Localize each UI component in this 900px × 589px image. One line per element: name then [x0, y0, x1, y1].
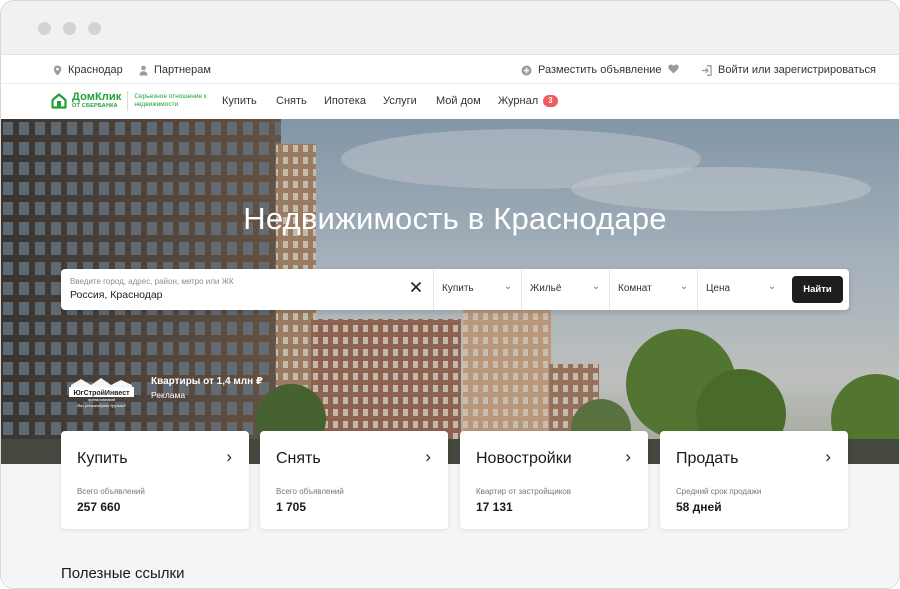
partners-label: Партнерам — [154, 64, 211, 76]
property-type-select[interactable]: Жильё ⌄ — [521, 269, 609, 310]
card-label: Квартир от застройщиков — [476, 487, 571, 496]
card-title: Продать — [676, 450, 739, 467]
plus-circle-icon — [521, 65, 532, 75]
search-hint: Введите город, адрес, район, метро или Ж… — [70, 277, 234, 286]
city-label: Краснодар — [68, 64, 123, 76]
logo-divider — [127, 91, 129, 111]
card-new-buildings[interactable]: Новостройки › Квартир от застройщиков 17… — [460, 431, 648, 529]
main-navigation: ДомКлик ОТ СБЕРБАНКА Серьезное отношение… — [1, 84, 899, 119]
search-button[interactable]: Найти — [792, 276, 843, 303]
logo-slogan: Серьезное отношение к недвижимости — [134, 93, 207, 108]
top-utility-bar: Краснодар Партнерам Разместить объявлени… — [1, 56, 899, 84]
chevron-down-icon: ⌄ — [767, 281, 776, 292]
property-type-value: Жильё — [530, 283, 562, 294]
chevron-right-icon: › — [625, 447, 631, 466]
useful-links-heading: Полезные ссылки — [61, 565, 185, 582]
chevron-down-icon: ⌄ — [591, 281, 600, 292]
price-value: Цена — [706, 283, 731, 294]
svg-text:ЮгСтройИнвест: ЮгСтройИнвест — [73, 389, 130, 397]
close-icon[interactable] — [410, 280, 422, 298]
nav-item-buy[interactable]: Купить — [222, 95, 257, 107]
svg-text:группа компаний: группа компаний — [88, 398, 115, 402]
partners-link[interactable]: Партнерам — [139, 64, 211, 76]
login-link[interactable]: Войти или зарегистрироваться — [701, 64, 876, 76]
hero-title: Недвижимость в Краснодаре — [243, 201, 667, 236]
person-icon — [139, 65, 148, 75]
heart-icon — [668, 64, 679, 74]
chevron-right-icon: › — [825, 447, 831, 466]
search-bar: Введите город, адрес, район, метро или Ж… — [61, 269, 849, 310]
chevron-right-icon: › — [425, 447, 431, 466]
deal-type-select[interactable]: Купить ⌄ — [433, 269, 521, 310]
nav-item-journal[interactable]: Журнал 3 — [498, 95, 558, 107]
card-title: Снять — [276, 450, 321, 467]
window-dot-minimize[interactable] — [63, 22, 76, 35]
post-ad-link[interactable]: Разместить объявление — [521, 64, 662, 76]
card-label: Всего объявлений — [77, 487, 145, 496]
nav-item-journal-label: Журнал — [498, 95, 539, 107]
card-title: Новостройки — [476, 450, 572, 467]
browser-chrome — [1, 1, 899, 55]
login-icon — [701, 64, 712, 76]
favorites-button[interactable] — [668, 64, 679, 74]
card-title: Купить — [77, 450, 128, 467]
nav-item-services[interactable]: Услуги — [383, 95, 417, 107]
journal-count-badge: 3 — [543, 95, 558, 107]
card-value: 257 660 — [77, 500, 121, 514]
house-logo-icon — [51, 93, 67, 109]
card-value: 1 705 — [276, 500, 307, 514]
nav-item-rent[interactable]: Снять — [276, 95, 307, 107]
rooms-select[interactable]: Комнат ⌄ — [609, 269, 697, 310]
chevron-down-icon: ⌄ — [503, 281, 512, 292]
search-input[interactable] — [70, 289, 400, 301]
card-label: Средний срок продажи — [676, 487, 762, 496]
nav-item-mortgage[interactable]: Ипотека — [324, 95, 366, 107]
svg-text:Нас рекомендуют друзьям!: Нас рекомендуют друзьям! — [76, 403, 126, 408]
window-dot-close[interactable] — [38, 22, 51, 35]
card-rent[interactable]: Снять › Всего объявлений 1 705 — [260, 431, 448, 529]
city-selector[interactable]: Краснодар — [53, 64, 123, 76]
rooms-value: Комнат — [618, 283, 652, 294]
browser-window: Краснодар Партнерам Разместить объявлени… — [0, 0, 900, 589]
card-value: 17 131 — [476, 500, 513, 514]
price-select[interactable]: Цена ⌄ — [697, 269, 785, 310]
chevron-right-icon: › — [226, 447, 232, 466]
login-label: Войти или зарегистрироваться — [718, 64, 877, 76]
yugstroyinvest-logo: ЮгСтройИнвест группа компаний Нас рекоме… — [69, 378, 134, 408]
location-pin-icon — [53, 65, 62, 75]
logo-name: ДомКлик — [72, 91, 122, 104]
logo-subtitle: ОТ СБЕРБАНКА — [72, 103, 118, 110]
ad-title: Квартиры от 1,4 млн ₽ — [151, 376, 263, 387]
hero-banner: Недвижимость в Краснодаре Введите город,… — [1, 119, 899, 464]
promo-ad[interactable]: ЮгСтройИнвест группа компаний Нас рекоме… — [67, 375, 317, 415]
post-ad-label: Разместить объявление — [538, 64, 662, 76]
site-logo[interactable]: ДомКлик ОТ СБЕРБАНКА Серьезное отношение… — [51, 91, 210, 111]
window-dot-maximize[interactable] — [88, 22, 101, 35]
ad-label: Реклама — [151, 390, 186, 400]
card-label: Всего объявлений — [276, 487, 344, 496]
deal-type-value: Купить — [442, 283, 474, 294]
card-value: 58 дней — [676, 500, 722, 514]
chevron-down-icon: ⌄ — [679, 281, 688, 292]
card-buy[interactable]: Купить › Всего объявлений 257 660 — [61, 431, 249, 529]
nav-item-my-home[interactable]: Мой дом — [436, 95, 481, 107]
card-sell[interactable]: Продать › Средний срок продажи 58 дней — [660, 431, 848, 529]
